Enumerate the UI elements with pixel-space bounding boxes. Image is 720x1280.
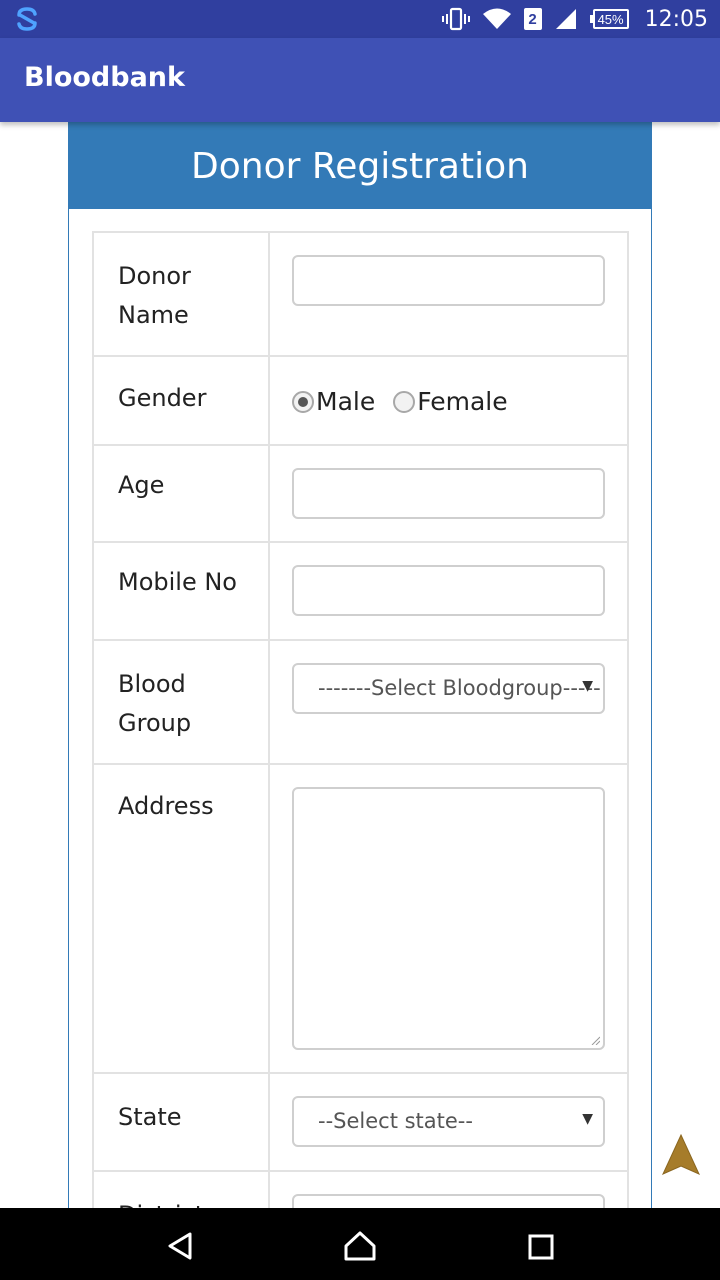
battery-level: 45% <box>592 9 629 29</box>
address-label: Address <box>92 763 270 1074</box>
app-title: Bloodbank <box>24 62 185 93</box>
battery-icon: 45% <box>589 9 629 29</box>
gender-label: Gender <box>92 355 270 446</box>
district-select[interactable] <box>292 1194 605 1208</box>
navigation-bar <box>0 1208 720 1280</box>
home-icon[interactable] <box>342 1228 378 1264</box>
sim-icon: 2 <box>523 8 542 30</box>
registration-panel: Donor Registration Donor Name Gender Mal… <box>68 122 652 1208</box>
gender-radio-group: Male Female <box>292 381 605 416</box>
chevron-down-icon: ▼ <box>582 1111 593 1127</box>
back-icon[interactable] <box>162 1228 198 1264</box>
form-heading: Donor Registration <box>69 123 651 209</box>
status-bar: 2 45% 12:05 <box>0 0 720 38</box>
donor-name-label: Donor Name <box>92 231 270 357</box>
state-select-value: --Select state-- <box>318 1109 473 1133</box>
chevron-down-icon: ▼ <box>582 678 593 694</box>
state-select[interactable]: --Select state-- ▼ <box>292 1096 605 1147</box>
web-content[interactable]: Donor Registration Donor Name Gender Mal… <box>0 122 720 1208</box>
wifi-icon <box>482 8 511 29</box>
sync-icon <box>17 7 37 31</box>
vibrate-icon <box>441 7 470 31</box>
form-row-blood-group: Blood Group -------Select Bloodgroup----… <box>92 639 629 765</box>
female-radio-label[interactable]: Female <box>417 387 507 416</box>
app-bar: Bloodbank <box>0 38 720 122</box>
form-row-mobile: Mobile No <box>92 541 629 641</box>
scroll-to-top-icon[interactable] <box>662 1134 700 1176</box>
state-label: State <box>92 1072 270 1172</box>
blood-group-select-value: -------Select Bloodgroup----- <box>318 676 601 700</box>
blood-group-select[interactable]: -------Select Bloodgroup----- ▼ <box>292 663 605 714</box>
male-radio[interactable] <box>292 390 314 413</box>
registration-form: Donor Name Gender Male Female Age Mobile… <box>92 231 629 1208</box>
age-input[interactable] <box>292 468 605 519</box>
blood-group-label: Blood Group <box>92 639 270 765</box>
mobile-no-label: Mobile No <box>92 541 270 641</box>
form-row-gender: Gender Male Female <box>92 355 629 446</box>
signal-icon <box>555 9 576 29</box>
donor-name-input[interactable] <box>292 255 605 306</box>
resize-grip-icon[interactable] <box>590 1035 600 1045</box>
form-row-state: State --Select state-- ▼ <box>92 1072 629 1172</box>
clock: 12:05 <box>644 6 708 32</box>
form-row-district: District <box>92 1170 629 1208</box>
district-label: District <box>92 1170 270 1208</box>
recents-icon[interactable] <box>522 1228 558 1264</box>
address-textarea[interactable] <box>292 787 605 1050</box>
form-row-donor-name: Donor Name <box>92 231 629 357</box>
form-row-address: Address <box>92 763 629 1074</box>
age-label: Age <box>92 444 270 543</box>
mobile-no-input[interactable] <box>292 565 605 616</box>
form-row-age: Age <box>92 444 629 543</box>
female-radio[interactable] <box>393 390 416 413</box>
male-radio-label[interactable]: Male <box>316 387 375 416</box>
